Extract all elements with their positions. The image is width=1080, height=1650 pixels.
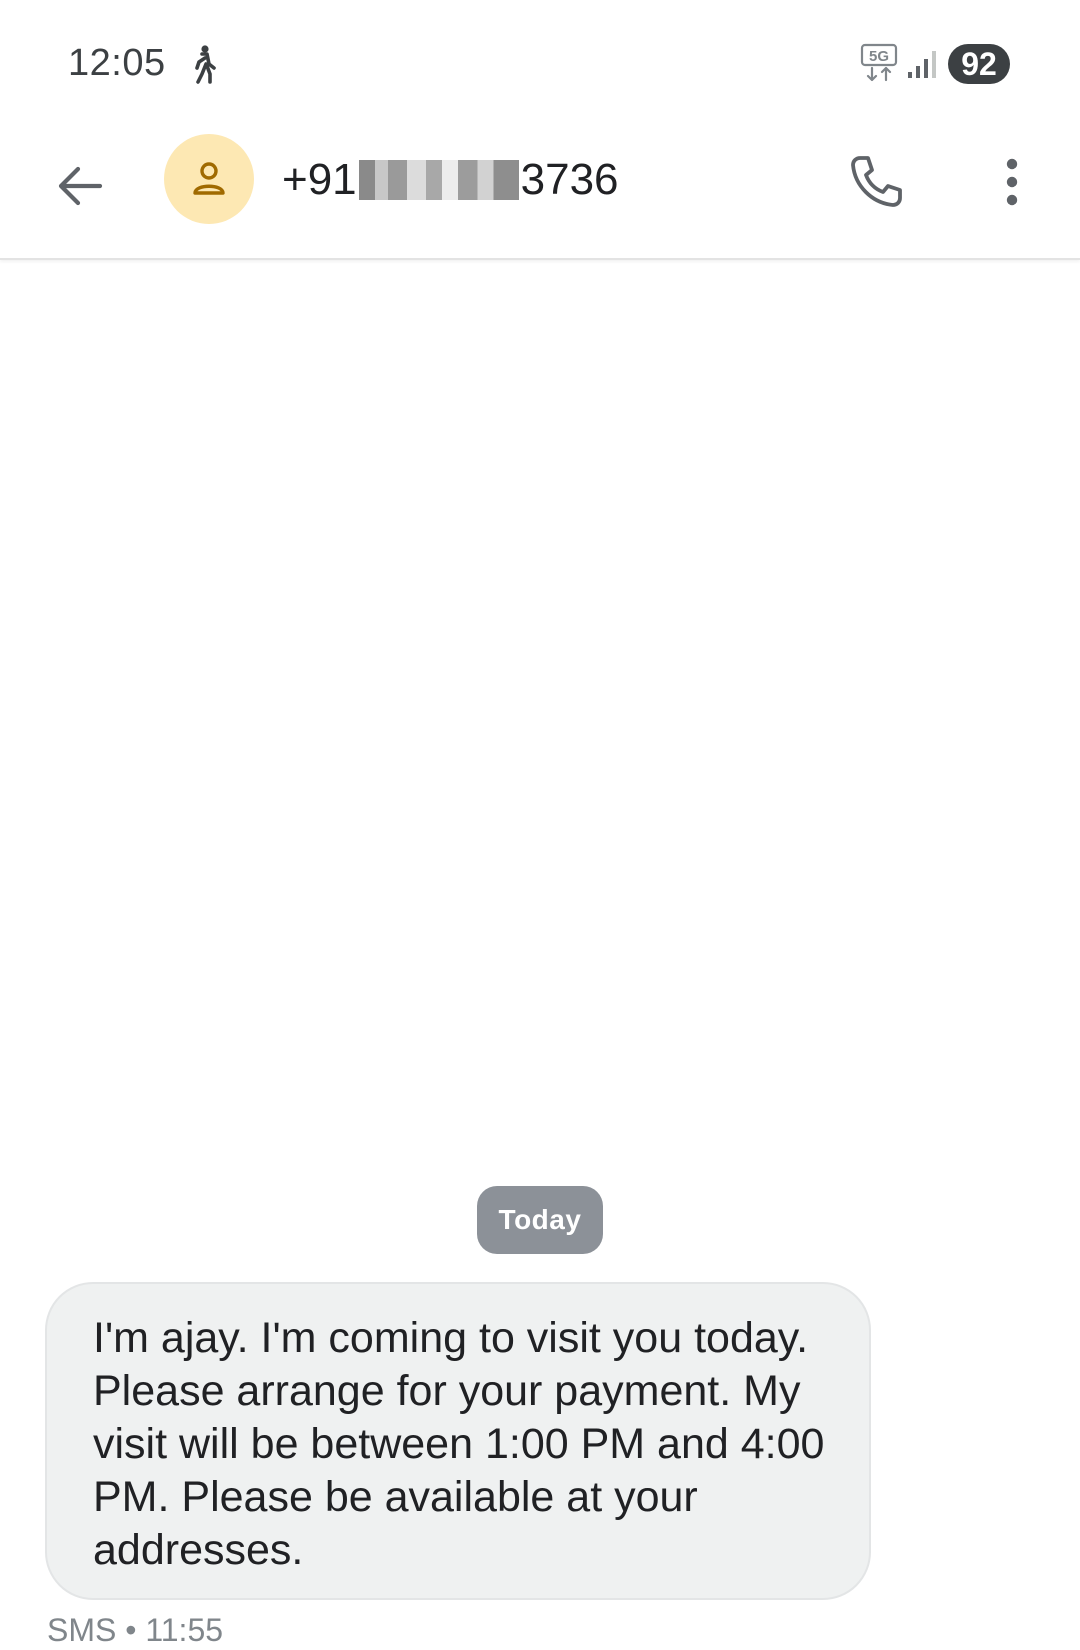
more-options-button[interactable] <box>982 142 1042 222</box>
message-time: 11:55 <box>145 1612 224 1648</box>
signal-icon <box>908 51 936 78</box>
message-text: I'm ajay. I'm coming to visit you today.… <box>93 1314 825 1574</box>
battery-level: 92 <box>948 44 1010 84</box>
status-time: 12:05 <box>68 42 166 84</box>
number-suffix: 3736 <box>520 155 619 204</box>
message-meta: SMS • 11:55 <box>47 1612 223 1649</box>
message-bubble[interactable]: I'm ajay. I'm coming to visit you today.… <box>45 1282 871 1600</box>
meta-separator: • <box>125 1612 137 1648</box>
back-button[interactable] <box>44 150 116 222</box>
contact-avatar[interactable] <box>164 134 254 224</box>
call-button[interactable] <box>836 142 916 222</box>
date-divider: Today <box>477 1186 603 1254</box>
network-label: 5G <box>869 48 889 65</box>
conversation-header: +91 3736 <box>0 120 1080 260</box>
three-dots-vertical-icon <box>1006 158 1018 206</box>
number-prefix: +91 <box>282 155 357 204</box>
message-type: SMS <box>47 1612 117 1648</box>
arrow-left-icon <box>58 166 103 206</box>
contact-number[interactable]: +91 3736 <box>282 150 619 210</box>
status-bar: 12:05 5G 92 <box>0 0 1080 120</box>
phone-icon <box>851 156 902 207</box>
walking-person-icon <box>195 45 216 84</box>
network-5g-icon: 5G <box>860 43 898 82</box>
redacted-digits <box>358 160 519 200</box>
person-icon <box>193 162 225 195</box>
